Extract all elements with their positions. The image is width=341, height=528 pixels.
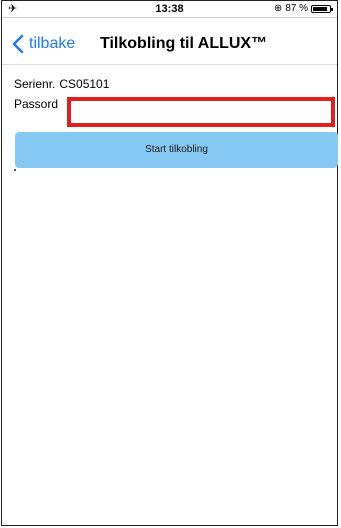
chevron-left-icon: [12, 35, 24, 53]
status-right: ⊕ 87 %: [273, 3, 333, 14]
battery-icon: [311, 4, 333, 13]
serial-label: Serienr.: [14, 77, 56, 91]
status-bar: ✈ 13:38 ⊕ 87 %: [2, 1, 337, 17]
phone-screen: ✈ 13:38 ⊕ 87 % tilbake Tilkobling til AL…: [1, 0, 338, 526]
password-input[interactable]: [67, 97, 335, 127]
nav-divider: [2, 64, 337, 65]
password-label: Passord: [14, 97, 59, 111]
page-title: Tilkobling til ALLUX™: [100, 35, 268, 52]
back-button[interactable]: tilbake: [12, 35, 75, 53]
battery-percent: 87 %: [285, 3, 308, 14]
back-label: tilbake: [29, 35, 76, 52]
battery-fill: [313, 6, 327, 11]
serial-value: CS05101: [59, 77, 110, 91]
start-connection-button[interactable]: Start tilkobling: [15, 132, 338, 168]
status-divider: [2, 17, 337, 18]
nav-bar: tilbake Tilkobling til ALLUX™: [2, 29, 337, 61]
serial-row: Serienr. CS05101: [14, 77, 109, 91]
orientation-lock-icon: ⊕: [273, 3, 283, 14]
stray-dot: [14, 169, 16, 171]
